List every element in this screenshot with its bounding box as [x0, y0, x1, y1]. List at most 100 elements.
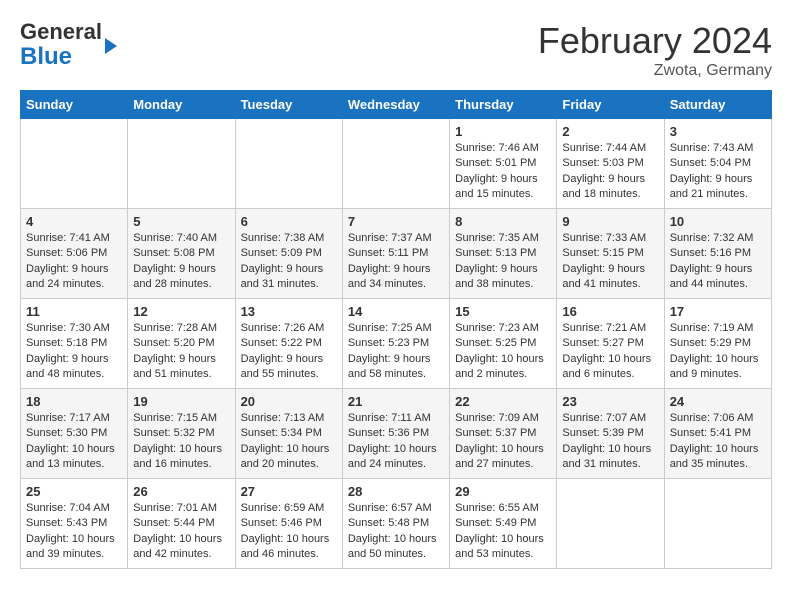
day-number: 19 [133, 394, 229, 409]
day-number: 27 [241, 484, 337, 499]
calendar-cell: 24 Sunrise: 7:06 AM Sunset: 5:41 PM Dayli… [664, 389, 771, 479]
day-number: 17 [670, 304, 766, 319]
calendar-cell [557, 479, 664, 569]
day-number: 5 [133, 214, 229, 229]
calendar-cell: 7 Sunrise: 7:37 AM Sunset: 5:11 PM Daylig… [342, 209, 449, 299]
day-info: Sunrise: 7:17 AM Sunset: 5:30 PM Dayligh… [26, 411, 122, 473]
day-info: Sunrise: 6:57 AM Sunset: 5:48 PM Dayligh… [348, 501, 444, 563]
calendar-cell: 28Sunrise: 6:57 AM Sunset: 5:48 PM Dayli… [342, 479, 449, 569]
calendar-cell: 9Sunrise: 7:33 AM Sunset: 5:15 PM Daylig… [557, 209, 664, 299]
day-number: 14 [348, 304, 444, 319]
day-info: Sunrise: 7:41 AM Sunset: 5:06 PM Dayligh… [26, 231, 122, 293]
day-info: Sunrise: 7:09 AM Sunset: 5:37 PM Dayligh… [455, 411, 551, 473]
weekday-header-monday: Monday [128, 91, 235, 119]
week-row-4: 18 Sunrise: 7:17 AM Sunset: 5:30 PM Dayli… [21, 389, 772, 479]
day-info: Sunrise: 7:35 AM Sunset: 5:13 PM Dayligh… [455, 231, 551, 293]
calendar-cell: 4 Sunrise: 7:41 AM Sunset: 5:06 PM Daylig… [21, 209, 128, 299]
day-info: Sunrise: 7:06 AM Sunset: 5:41 PM Dayligh… [670, 411, 766, 473]
month-title: February 2024 [538, 20, 772, 62]
day-number: 24 [670, 394, 766, 409]
calendar-cell: 8 Sunrise: 7:35 AM Sunset: 5:13 PM Daylig… [450, 209, 557, 299]
logo-blue: Blue [20, 43, 72, 70]
day-number: 23 [562, 394, 658, 409]
week-row-2: 4 Sunrise: 7:41 AM Sunset: 5:06 PM Daylig… [21, 209, 772, 299]
calendar-cell: 20 Sunrise: 7:13 AM Sunset: 5:34 PM Dayli… [235, 389, 342, 479]
page-header: General Blue February 2024 Zwota, German… [20, 20, 772, 80]
day-number: 3 [670, 124, 766, 139]
day-number: 8 [455, 214, 551, 229]
calendar-cell: 5Sunrise: 7:40 AM Sunset: 5:08 PM Daylig… [128, 209, 235, 299]
day-info: Sunrise: 7:46 AM Sunset: 5:01 PM Dayligh… [455, 141, 551, 203]
calendar-table: SundayMondayTuesdayWednesdayThursdayFrid… [20, 90, 772, 569]
logo-general: General [20, 19, 102, 44]
calendar-cell [235, 119, 342, 209]
weekday-header-saturday: Saturday [664, 91, 771, 119]
day-number: 4 [26, 214, 122, 229]
weekday-header-row: SundayMondayTuesdayWednesdayThursdayFrid… [21, 91, 772, 119]
calendar-cell: 27 Sunrise: 6:59 AM Sunset: 5:46 PM Dayli… [235, 479, 342, 569]
calendar-cell [128, 119, 235, 209]
calendar-cell: 3 Sunrise: 7:43 AM Sunset: 5:04 PM Daylig… [664, 119, 771, 209]
day-number: 15 [455, 304, 551, 319]
day-info: Sunrise: 7:07 AM Sunset: 5:39 PM Dayligh… [562, 411, 658, 473]
weekday-header-wednesday: Wednesday [342, 91, 449, 119]
calendar-cell: 26 Sunrise: 7:01 AM Sunset: 5:44 PM Dayli… [128, 479, 235, 569]
day-number: 2 [562, 124, 658, 139]
calendar-cell: 11Sunrise: 7:30 AM Sunset: 5:18 PM Dayli… [21, 299, 128, 389]
logo-text: General Blue [20, 20, 102, 71]
day-info: Sunrise: 7:38 AM Sunset: 5:09 PM Dayligh… [241, 231, 337, 293]
week-row-5: 25 Sunrise: 7:04 AM Sunset: 5:43 PM Dayli… [21, 479, 772, 569]
calendar-cell [342, 119, 449, 209]
calendar-cell: 15 Sunrise: 7:23 AM Sunset: 5:25 PM Dayli… [450, 299, 557, 389]
day-number: 6 [241, 214, 337, 229]
day-number: 11 [26, 304, 122, 319]
day-number: 16 [562, 304, 658, 319]
calendar-cell: 16Sunrise: 7:21 AM Sunset: 5:27 PM Dayli… [557, 299, 664, 389]
calendar-cell: 10Sunrise: 7:32 AM Sunset: 5:16 PM Dayli… [664, 209, 771, 299]
weekday-header-sunday: Sunday [21, 91, 128, 119]
calendar-cell: 17 Sunrise: 7:19 AM Sunset: 5:29 PM Dayli… [664, 299, 771, 389]
weekday-header-thursday: Thursday [450, 91, 557, 119]
day-number: 1 [455, 124, 551, 139]
day-info: Sunrise: 7:04 AM Sunset: 5:43 PM Dayligh… [26, 501, 122, 563]
day-info: Sunrise: 7:37 AM Sunset: 5:11 PM Dayligh… [348, 231, 444, 293]
title-block: February 2024 Zwota, Germany [538, 20, 772, 80]
logo-arrow-icon [105, 38, 117, 54]
day-number: 20 [241, 394, 337, 409]
day-number: 26 [133, 484, 229, 499]
day-info: Sunrise: 7:32 AM Sunset: 5:16 PM Dayligh… [670, 231, 766, 293]
day-info: Sunrise: 6:55 AM Sunset: 5:49 PM Dayligh… [455, 501, 551, 563]
day-info: Sunrise: 6:59 AM Sunset: 5:46 PM Dayligh… [241, 501, 337, 563]
day-number: 13 [241, 304, 337, 319]
day-info: Sunrise: 7:11 AM Sunset: 5:36 PM Dayligh… [348, 411, 444, 473]
day-number: 12 [133, 304, 229, 319]
calendar-cell [664, 479, 771, 569]
day-info: Sunrise: 7:01 AM Sunset: 5:44 PM Dayligh… [133, 501, 229, 563]
calendar-cell: 21 Sunrise: 7:11 AM Sunset: 5:36 PM Dayli… [342, 389, 449, 479]
calendar-cell: 22Sunrise: 7:09 AM Sunset: 5:37 PM Dayli… [450, 389, 557, 479]
calendar-cell: 14 Sunrise: 7:25 AM Sunset: 5:23 PM Dayli… [342, 299, 449, 389]
day-number: 9 [562, 214, 658, 229]
day-info: Sunrise: 7:23 AM Sunset: 5:25 PM Dayligh… [455, 321, 551, 383]
calendar-cell: 29Sunrise: 6:55 AM Sunset: 5:49 PM Dayli… [450, 479, 557, 569]
day-info: Sunrise: 7:13 AM Sunset: 5:34 PM Dayligh… [241, 411, 337, 473]
calendar-cell: 13 Sunrise: 7:26 AM Sunset: 5:22 PM Dayli… [235, 299, 342, 389]
calendar-cell: 23 Sunrise: 7:07 AM Sunset: 5:39 PM Dayli… [557, 389, 664, 479]
calendar-cell: 1 Sunrise: 7:46 AM Sunset: 5:01 PM Daylig… [450, 119, 557, 209]
weekday-header-tuesday: Tuesday [235, 91, 342, 119]
day-number: 7 [348, 214, 444, 229]
day-info: Sunrise: 7:26 AM Sunset: 5:22 PM Dayligh… [241, 321, 337, 383]
day-number: 18 [26, 394, 122, 409]
day-info: Sunrise: 7:44 AM Sunset: 5:03 PM Dayligh… [562, 141, 658, 203]
day-info: Sunrise: 7:28 AM Sunset: 5:20 PM Dayligh… [133, 321, 229, 383]
logo: General Blue [20, 20, 117, 71]
calendar-cell: 12 Sunrise: 7:28 AM Sunset: 5:20 PM Dayli… [128, 299, 235, 389]
weekday-header-friday: Friday [557, 91, 664, 119]
day-info: Sunrise: 7:19 AM Sunset: 5:29 PM Dayligh… [670, 321, 766, 383]
calendar-cell: 6 Sunrise: 7:38 AM Sunset: 5:09 PM Daylig… [235, 209, 342, 299]
calendar-cell: 2 Sunrise: 7:44 AM Sunset: 5:03 PM Daylig… [557, 119, 664, 209]
day-info: Sunrise: 7:25 AM Sunset: 5:23 PM Dayligh… [348, 321, 444, 383]
day-number: 21 [348, 394, 444, 409]
day-number: 25 [26, 484, 122, 499]
day-info: Sunrise: 7:43 AM Sunset: 5:04 PM Dayligh… [670, 141, 766, 203]
